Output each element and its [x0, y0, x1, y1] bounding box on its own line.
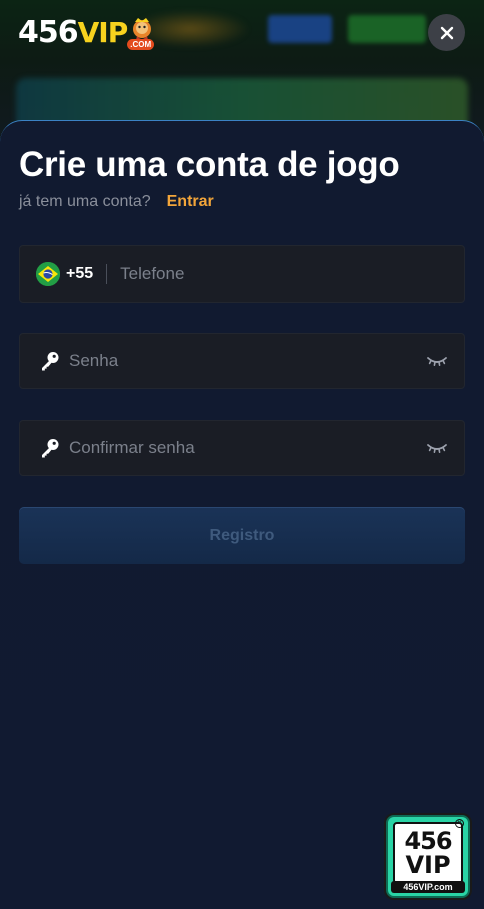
background-register-button: [348, 15, 426, 43]
background-login-button: [268, 15, 332, 43]
eye-closed-icon[interactable]: [426, 354, 448, 368]
badge-vip-text: VIP: [405, 851, 451, 879]
phone-input[interactable]: [120, 246, 464, 302]
password-field: [19, 333, 465, 389]
password-input[interactable]: [69, 334, 426, 388]
key-icon: [42, 352, 59, 371]
mascot-icon: .COM: [125, 16, 159, 50]
close-icon: [440, 26, 453, 39]
phone-field: +55: [19, 245, 465, 303]
field-divider: [106, 264, 108, 284]
confirm-password-input[interactable]: [69, 421, 426, 475]
key-icon: [42, 439, 59, 458]
eye-closed-icon[interactable]: [426, 441, 448, 455]
confirm-password-field: [19, 420, 465, 476]
country-code[interactable]: +55: [66, 265, 93, 283]
logo-vip-text: VIP: [77, 16, 129, 49]
close-button[interactable]: [428, 14, 465, 51]
registered-mark: R: [455, 819, 464, 828]
login-prompt: já tem uma conta? Entrar: [19, 193, 465, 211]
floating-app-badge[interactable]: 456 VIP R 456VIP.com: [386, 815, 470, 898]
logo-number: 456: [18, 15, 79, 50]
logo-com-badge: .COM: [127, 39, 155, 50]
modal-title: Crie uma conta de jogo: [19, 145, 400, 184]
register-modal: Crie uma conta de jogo já tem uma conta?…: [0, 120, 484, 909]
login-link[interactable]: Entrar: [167, 193, 214, 211]
badge-number: 456: [404, 827, 452, 855]
brazil-flag-icon[interactable]: [36, 262, 60, 286]
site-logo: 456 VIP .COM: [18, 14, 159, 52]
badge-url: 456VIP.com: [391, 881, 465, 893]
login-prompt-text: já tem uma conta?: [19, 193, 151, 210]
badge-logo-box: 456 VIP: [393, 822, 463, 884]
register-button[interactable]: Registro: [19, 507, 465, 564]
